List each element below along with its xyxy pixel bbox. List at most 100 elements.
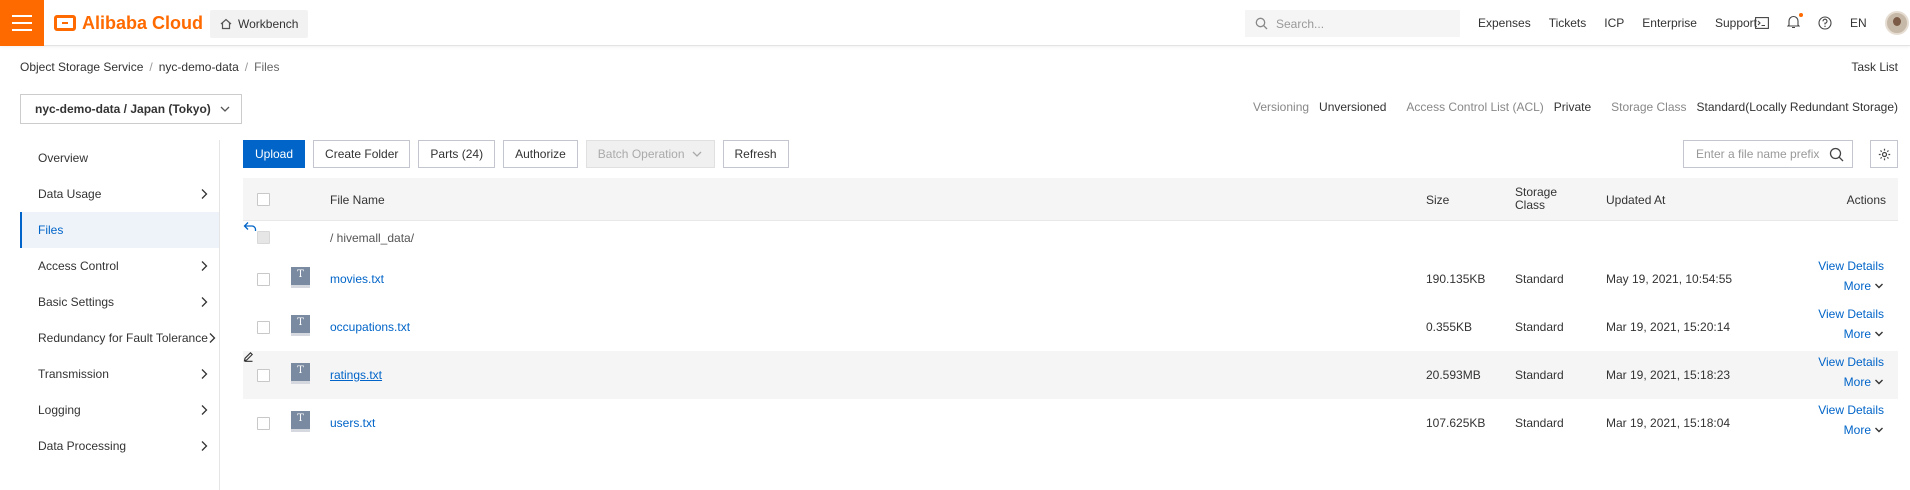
- breadcrumb-bucket[interactable]: nyc-demo-data: [159, 60, 239, 74]
- notification-bell[interactable]: [1786, 12, 1803, 32]
- text-file-icon: T: [291, 267, 310, 288]
- breadcrumb-separator: /: [149, 60, 153, 74]
- sidebar-item-data-processing[interactable]: Data Processing: [20, 428, 219, 464]
- sidebar-item-label: Overview: [38, 151, 89, 165]
- view-details-link[interactable]: View Details: [1818, 403, 1884, 417]
- chevron-down-icon: [1875, 427, 1883, 433]
- sidebar-item-overview[interactable]: Overview: [20, 140, 219, 176]
- home-icon: [220, 18, 232, 30]
- file-name-link[interactable]: occupations.txt: [330, 320, 410, 334]
- row-checkbox[interactable]: [257, 321, 270, 334]
- view-details-link[interactable]: View Details: [1818, 307, 1884, 321]
- row-checkbox: [257, 231, 270, 244]
- bucket-info: Versioning Unversioned Access Control Li…: [1253, 100, 1898, 114]
- search-icon[interactable]: [1829, 147, 1844, 162]
- link-enterprise[interactable]: Enterprise: [1642, 16, 1697, 30]
- sidebar-item-label: Logging: [38, 403, 81, 417]
- chevron-right-icon: [201, 297, 208, 307]
- search-icon: [1255, 17, 1268, 30]
- storage-class-label: Storage Class: [1611, 100, 1687, 114]
- create-folder-button[interactable]: Create Folder: [313, 140, 411, 168]
- file-name-link[interactable]: ratings.txt: [330, 368, 382, 382]
- more-dropdown[interactable]: More: [1818, 279, 1884, 293]
- back-arrow-icon[interactable]: [243, 221, 257, 233]
- column-actions: Actions: [1846, 193, 1886, 207]
- menu-icon[interactable]: [0, 0, 44, 46]
- bell-icon: [1786, 15, 1801, 28]
- link-tickets[interactable]: Tickets: [1549, 16, 1587, 30]
- file-updated-at: Mar 19, 2021, 15:18:23: [1606, 368, 1731, 382]
- global-search-input[interactable]: Search...: [1245, 10, 1460, 37]
- sidebar-item-label: Transmission: [38, 367, 109, 381]
- sidebar-item-files[interactable]: Files: [20, 212, 219, 248]
- sidebar-item-basic-settings[interactable]: Basic Settings: [20, 284, 219, 320]
- batch-operation-button[interactable]: Batch Operation: [585, 140, 715, 168]
- table-header: File Name Size Storage Class Updated At …: [243, 178, 1898, 221]
- select-all-checkbox[interactable]: [257, 193, 270, 206]
- file-storage-class: Standard: [1515, 368, 1564, 382]
- help-icon[interactable]: [1818, 16, 1832, 30]
- file-name-link[interactable]: movies.txt: [330, 272, 384, 286]
- sidebar-item-label: Redundancy for Fault Tolerance: [38, 331, 208, 345]
- user-avatar[interactable]: [1884, 11, 1909, 35]
- column-updated-at[interactable]: Updated At: [1606, 193, 1665, 207]
- authorize-button[interactable]: Authorize: [503, 140, 578, 168]
- more-dropdown[interactable]: More: [1818, 375, 1884, 389]
- workbench-button[interactable]: Workbench: [210, 10, 309, 38]
- breadcrumb-separator: /: [244, 60, 249, 74]
- view-details-link[interactable]: View Details: [1818, 355, 1884, 369]
- file-toolbar: Upload Create Folder Parts (24) Authoriz…: [243, 140, 789, 168]
- row-checkbox[interactable]: [257, 417, 270, 430]
- top-navigation-bar: Alibaba Cloud Workbench Search... Expens…: [0, 0, 1910, 46]
- link-expenses[interactable]: Expenses: [1478, 16, 1531, 30]
- row-actions: View Details More: [1818, 259, 1884, 293]
- column-size[interactable]: Size: [1426, 193, 1449, 207]
- link-support[interactable]: Support: [1715, 16, 1757, 30]
- sidebar-item-transmission[interactable]: Transmission: [20, 356, 219, 392]
- top-links: Expenses Tickets ICP Enterprise Support: [1478, 0, 1757, 46]
- terminal-icon[interactable]: [1755, 17, 1769, 29]
- link-icp[interactable]: ICP: [1604, 16, 1624, 30]
- file-updated-at: May 19, 2021, 10:54:55: [1606, 272, 1733, 286]
- file-prefix-search-input[interactable]: Enter a file name prefix: [1683, 140, 1853, 168]
- row-checkbox[interactable]: [257, 273, 270, 286]
- task-list-link[interactable]: Task List: [1851, 60, 1898, 74]
- chevron-down-icon: [1875, 379, 1883, 385]
- sidebar-item-label: Files: [38, 223, 64, 237]
- table-row[interactable]: T ratings.txt 20.593MB Standard Mar 19, …: [243, 351, 1898, 399]
- row-checkbox[interactable]: [257, 369, 270, 382]
- table-row[interactable]: T occupations.txt 0.355KB Standard Mar 1…: [243, 303, 1898, 351]
- sidebar-item-data-usage[interactable]: Data Usage: [20, 176, 219, 212]
- chevron-down-icon: [220, 106, 230, 112]
- column-storage-class[interactable]: Storage Class: [1515, 186, 1575, 212]
- sidebar-item-access-control[interactable]: Access Control: [20, 248, 219, 284]
- file-size: 20.593MB: [1426, 368, 1481, 382]
- sidebar-item-redundancy[interactable]: Redundancy for Fault Tolerance: [20, 320, 219, 356]
- parts-button[interactable]: Parts (24): [418, 140, 496, 168]
- search-placeholder: Search...: [1276, 16, 1325, 31]
- table-row[interactable]: T users.txt 107.625KB Standard Mar 19, 2…: [243, 399, 1898, 447]
- more-label: More: [1843, 423, 1871, 437]
- text-file-icon: T: [291, 411, 310, 432]
- current-path: / hivemall_data/: [330, 231, 415, 245]
- file-name-link[interactable]: users.txt: [330, 416, 375, 430]
- language-switch[interactable]: EN: [1850, 16, 1867, 30]
- file-storage-class: Standard: [1515, 272, 1564, 286]
- view-details-link[interactable]: View Details: [1818, 259, 1884, 273]
- column-file-name[interactable]: File Name: [330, 193, 385, 207]
- more-dropdown[interactable]: More: [1818, 423, 1884, 437]
- table-row[interactable]: T movies.txt 190.135KB Standard May 19, …: [243, 255, 1898, 303]
- bucket-selector[interactable]: nyc-demo-data / Japan (Tokyo): [20, 94, 242, 124]
- parent-folder-row[interactable]: / hivemall_data/: [243, 221, 1898, 255]
- sidebar-item-logging[interactable]: Logging: [20, 392, 219, 428]
- more-label: More: [1843, 279, 1871, 293]
- brand-logo[interactable]: Alibaba Cloud: [54, 12, 203, 34]
- refresh-button[interactable]: Refresh: [722, 140, 789, 168]
- table-settings-button[interactable]: [1870, 140, 1898, 168]
- acl-value: Private: [1553, 100, 1592, 114]
- breadcrumb-oss[interactable]: Object Storage Service: [20, 60, 143, 74]
- sidebar-item-label: Access Control: [38, 259, 119, 273]
- upload-button[interactable]: Upload: [243, 140, 306, 168]
- edit-icon[interactable]: [243, 351, 254, 362]
- more-dropdown[interactable]: More: [1818, 327, 1884, 341]
